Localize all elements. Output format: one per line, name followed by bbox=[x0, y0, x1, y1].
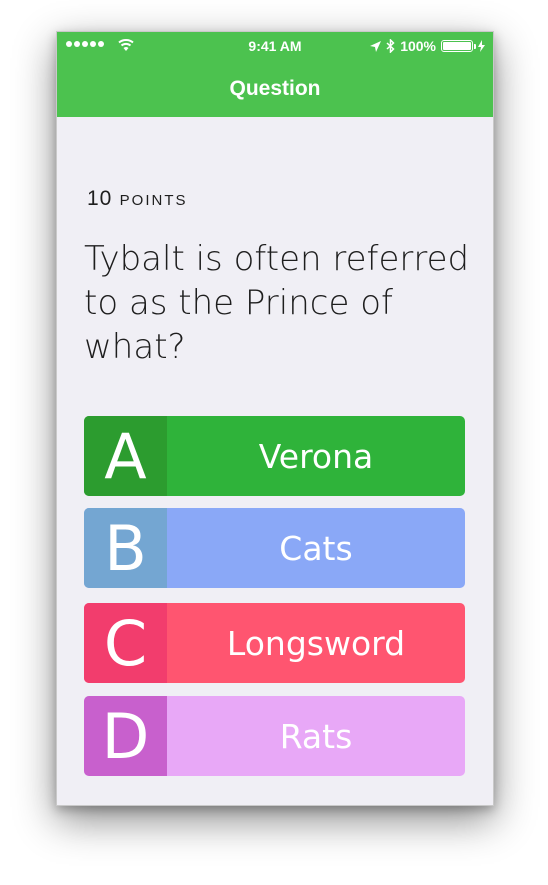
answer-label: Rats bbox=[279, 716, 353, 756]
answer-letter: A bbox=[84, 416, 167, 496]
battery-percent: 100% bbox=[400, 38, 436, 54]
answer-button-a[interactable]: A Verona bbox=[84, 416, 465, 496]
phone-screen: 9:41 AM 100% Question 10 points Tybalt i… bbox=[56, 31, 494, 806]
answer-button-c[interactable]: C Longsword bbox=[84, 603, 465, 683]
battery-icon bbox=[441, 40, 476, 52]
status-right: 100% bbox=[370, 38, 485, 54]
points-number: 10 bbox=[87, 187, 113, 210]
battery-fill bbox=[443, 42, 471, 50]
answer-label: Verona bbox=[258, 436, 374, 476]
bluetooth-icon bbox=[386, 39, 395, 53]
points-word: points bbox=[119, 192, 188, 209]
nav-title: Question bbox=[229, 77, 321, 100]
navigation-bar: Question bbox=[57, 62, 493, 117]
answer-letter: B bbox=[84, 508, 167, 588]
charging-bolt-icon bbox=[478, 40, 485, 52]
answer-button-b[interactable]: B Cats bbox=[84, 508, 465, 588]
answer-letter: C bbox=[84, 603, 167, 683]
answer-label: Longsword bbox=[226, 623, 406, 663]
question-text: Tybalt is often referred to as the Princ… bbox=[84, 239, 470, 367]
status-bar: 9:41 AM 100% bbox=[57, 32, 493, 62]
answer-letter: D bbox=[84, 696, 167, 776]
location-arrow-icon bbox=[370, 40, 382, 52]
answer-label: Cats bbox=[279, 528, 353, 568]
points-label: 10 points bbox=[87, 187, 187, 211]
answer-button-d[interactable]: D Rats bbox=[84, 696, 465, 776]
